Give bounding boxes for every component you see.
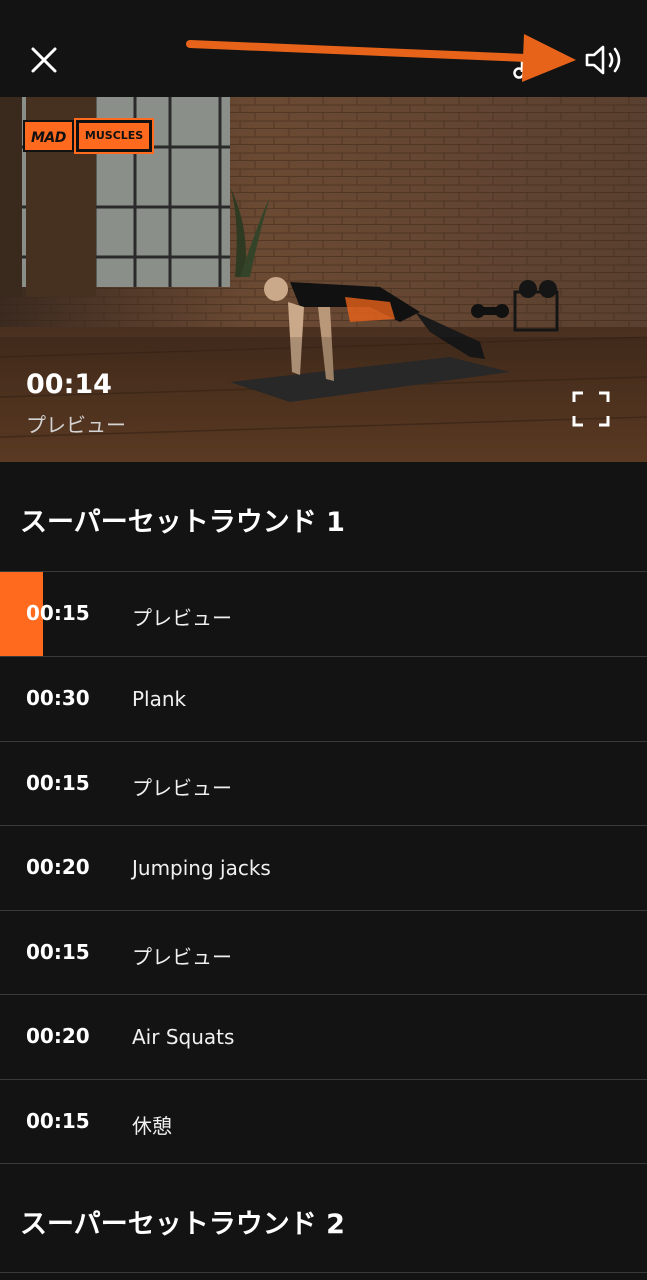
exercise-name: プレビュー xyxy=(132,776,232,800)
divider xyxy=(0,1163,647,1164)
logo-muscles-text: MUSCLES xyxy=(73,118,155,154)
mad-muscles-logo: MAD MUSCLES xyxy=(23,118,155,154)
exercise-duration: 00:15 xyxy=(26,601,90,625)
video-timer: 00:14 xyxy=(26,369,112,400)
exercise-row[interactable]: 00:15 プレビュー xyxy=(0,742,647,826)
section-title: スーパーセットラウンド 1 xyxy=(20,507,345,538)
logo-mad-text: MAD xyxy=(23,120,74,152)
exercise-name: Plank xyxy=(132,687,187,711)
exercise-duration: 00:30 xyxy=(26,686,90,710)
arrow-annotation xyxy=(186,28,578,84)
exercise-row[interactable]: 00:15 プレビュー xyxy=(0,572,647,656)
exercise-name: プレビュー xyxy=(132,606,232,630)
divider xyxy=(0,1272,647,1273)
section-title: スーパーセットラウンド 2 xyxy=(20,1209,345,1240)
fullscreen-icon[interactable] xyxy=(570,389,612,429)
video-player[interactable]: MAD MUSCLES 00:14 プレビュー xyxy=(0,97,647,462)
video-exercise-label: プレビュー xyxy=(26,413,126,437)
exercise-duration: 00:15 xyxy=(26,940,90,964)
exercise-duration: 00:20 xyxy=(26,855,90,879)
exercise-row[interactable]: 00:30 Plank xyxy=(0,657,647,741)
exercise-duration: 00:20 xyxy=(26,1024,90,1048)
exercise-row[interactable]: 00:15 プレビュー xyxy=(0,911,647,995)
exercise-row[interactable]: 00:15 休憩 xyxy=(0,1080,647,1164)
speaker-icon[interactable] xyxy=(583,42,627,78)
exercise-name: プレビュー xyxy=(132,945,232,969)
exercise-name: Air Squats xyxy=(132,1025,235,1049)
close-icon[interactable] xyxy=(26,40,62,80)
exercise-name: Jumping jacks xyxy=(132,856,271,880)
exercise-row[interactable]: 00:20 Jumping jacks xyxy=(0,826,647,910)
exercise-row[interactable]: 00:20 Air Squats xyxy=(0,995,647,1079)
exercise-name: 休憩 xyxy=(132,1114,172,1138)
exercise-duration: 00:15 xyxy=(26,771,90,795)
exercise-duration: 00:15 xyxy=(26,1109,90,1133)
